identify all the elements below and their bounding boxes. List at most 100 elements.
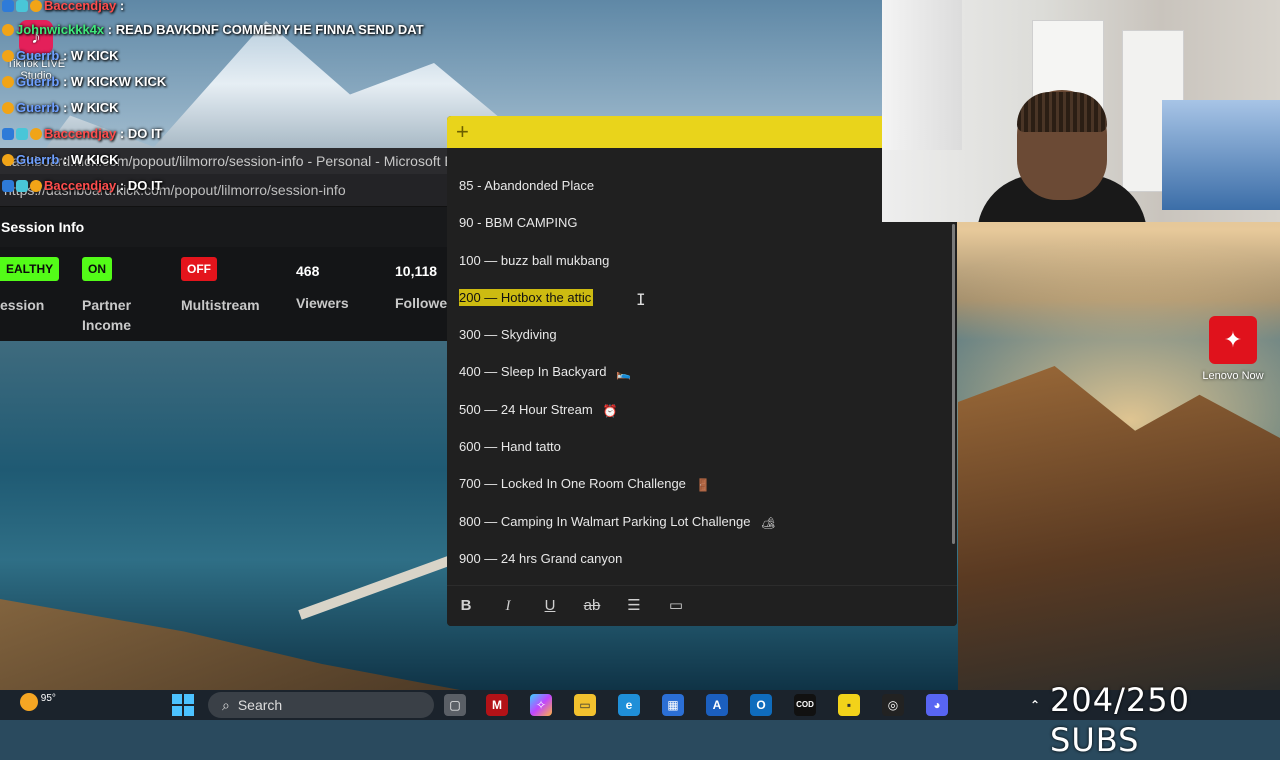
note-line-text: 800 — Camping In Walmart Parking Lot Cha… xyxy=(459,513,751,529)
new-note-button[interactable]: + xyxy=(456,119,469,145)
chat-badge-icon xyxy=(2,154,14,166)
chat-line: Guerrb : W KICK xyxy=(2,98,119,118)
copilot-icon[interactable]: ✧ xyxy=(530,694,552,716)
sticky-note-body[interactable]: 85 - Abandonded Place 90 - BBM CAMPING 100… xyxy=(459,176,949,586)
note-line[interactable]: 85 - Abandonded Place xyxy=(459,176,949,213)
obs-icon[interactable]: ◎ xyxy=(882,694,904,716)
chat-badge-icon xyxy=(2,50,14,62)
chat-username[interactable]: Johnwickkk4x xyxy=(16,22,104,37)
note-line[interactable]: 700 — Locked In One Room Challenge 🚪 xyxy=(459,474,949,511)
chat-separator: : xyxy=(116,0,125,13)
underline-button[interactable]: U xyxy=(539,596,561,616)
bullet-list-button[interactable]: ☰ xyxy=(623,596,645,616)
bold-button[interactable]: B xyxy=(455,596,477,616)
note-line[interactable]: 300 — Skydiving xyxy=(459,325,949,362)
chat-username[interactable]: Baccendjay xyxy=(44,178,116,193)
webcam-bed xyxy=(1162,100,1280,210)
chat-badge-icon xyxy=(16,0,28,12)
chat-message: DO IT xyxy=(124,126,163,141)
note-line-text: 500 — 24 Hour Stream xyxy=(459,401,593,417)
weather-widget[interactable]: 95° xyxy=(20,693,56,711)
taskbar-search[interactable]: ⌕ Search xyxy=(208,692,434,718)
chevron-up-icon[interactable]: ⌃ xyxy=(1024,694,1046,716)
note-line[interactable]: 200 — Hotbox the attic xyxy=(459,288,949,325)
note-line-text: 85 - Abandonded Place xyxy=(459,178,595,193)
chat-badge-icon xyxy=(2,76,14,88)
outlook-icon[interactable]: O xyxy=(750,694,772,716)
chat-username[interactable]: Guerrb xyxy=(16,48,59,63)
stat-multistream: OFF Multistream xyxy=(181,257,260,315)
chat-line: Johnwickkk4x : READ BAVKDNF COMMENY HE F… xyxy=(2,20,424,40)
chat-message: W KICK xyxy=(67,48,119,63)
note-line-text: 900 — 24 hrs Grand canyon xyxy=(459,550,623,566)
followers-count: 10,118 xyxy=(395,263,438,279)
note-line-text: 90 - BBM CAMPING xyxy=(459,215,578,231)
note-line[interactable]: 600 — Hand tatto xyxy=(459,437,949,474)
stat-health: EALTHY ession xyxy=(0,257,60,315)
chat-badge-icon xyxy=(30,0,42,12)
store-icon[interactable]: ▦ xyxy=(662,694,684,716)
note-line-text: 300 — Skydiving xyxy=(459,327,557,343)
chat-badge-icon xyxy=(16,128,28,140)
chat-line: Guerrb : W KICK xyxy=(2,150,119,170)
edge-icon[interactable]: e xyxy=(618,694,640,716)
stat-viewers: 468 Viewers xyxy=(296,257,349,313)
emoji-icon: 🚪 xyxy=(695,478,711,493)
stat-partner-income: ON Partner Income xyxy=(82,257,131,335)
chat-badge-icon xyxy=(30,180,42,192)
stat-followers: 10,118 Followe xyxy=(395,257,447,313)
stream-chat-overlay: ♪ TikTok LIVE Studio Baccendjay : Johnwic… xyxy=(0,0,460,200)
note-line-text: 700 — Locked In One Room Challenge xyxy=(459,476,686,492)
discord-icon[interactable]: ◕ xyxy=(926,694,948,716)
streamer-hair xyxy=(1017,92,1107,132)
chat-badge-icon xyxy=(2,0,14,12)
note-line-text: 100 — buzz ball mukbang xyxy=(459,252,610,268)
chat-username[interactable]: Guerrb xyxy=(16,152,59,167)
chat-badge-icon xyxy=(2,24,14,36)
health-label: ession xyxy=(0,297,45,313)
chat-badge-icon xyxy=(2,128,14,140)
formatting-toolbar: B I U ab ☰ ▭ xyxy=(447,585,957,626)
note-line[interactable]: 400 — Sleep In Backyard 🛌 xyxy=(459,362,949,399)
task-view-icon[interactable]: ▢ xyxy=(444,694,466,716)
health-badge: EALTHY xyxy=(0,257,60,281)
chat-username[interactable]: Guerrb xyxy=(16,100,59,115)
partner-income-label: Partner Income xyxy=(82,297,132,333)
partner-income-badge: ON xyxy=(82,257,112,281)
note-line[interactable]: 100 — buzz ball mukbang xyxy=(459,251,949,288)
note-line[interactable]: 900 — 24 hrs Grand canyon xyxy=(459,549,949,586)
lenovo-now-icon: ✦ xyxy=(1209,316,1257,364)
scrollbar[interactable] xyxy=(952,224,955,544)
chat-message: W KICK xyxy=(67,100,119,115)
lenovo-now-shortcut[interactable]: ✦ Lenovo Now xyxy=(1198,316,1268,382)
chat-message: W KICK xyxy=(67,152,119,167)
sticky-note-header[interactable]: + xyxy=(447,116,957,148)
chat-username[interactable]: Baccendjay xyxy=(44,126,116,141)
chat-badge-icon xyxy=(2,102,14,114)
chat-username[interactable]: Baccendjay xyxy=(44,0,116,13)
mcafee-icon[interactable]: M xyxy=(486,694,508,716)
start-button[interactable] xyxy=(172,694,194,716)
session-info-title: Session Info xyxy=(0,207,450,247)
chat-line: Guerrb : W KICK xyxy=(2,46,119,66)
sun-icon xyxy=(20,693,38,711)
sticky-notes-icon[interactable]: ▪ xyxy=(838,694,860,716)
image-icon[interactable]: ▭ xyxy=(665,596,687,616)
chat-badge-icon xyxy=(2,180,14,192)
note-line[interactable]: 500 — 24 Hour Stream ⏰ xyxy=(459,400,949,437)
note-line[interactable]: 800 — Camping In Walmart Parking Lot Cha… xyxy=(459,512,949,549)
chat-badge-icon xyxy=(16,180,28,192)
emoji-icon: ⏰ xyxy=(602,403,618,418)
text-cursor-icon: I xyxy=(636,290,646,309)
chat-line: Baccendjay : xyxy=(2,0,124,16)
note-line[interactable]: 90 - BBM CAMPING xyxy=(459,213,949,250)
strikethrough-button[interactable]: ab xyxy=(581,596,603,616)
sticky-note-window[interactable]: + 85 - Abandonded Place 90 - BBM CAMPING 1… xyxy=(447,116,957,626)
call-of-duty-icon[interactable]: COD xyxy=(794,694,816,716)
chat-username[interactable]: Guerrb xyxy=(16,74,59,89)
webcam-window xyxy=(882,0,962,150)
app-icon[interactable]: A xyxy=(706,694,728,716)
italic-button[interactable]: I xyxy=(497,596,519,616)
file-explorer-icon[interactable]: ▭ xyxy=(574,694,596,716)
note-line-text: 400 — Sleep In Backyard xyxy=(459,364,607,380)
